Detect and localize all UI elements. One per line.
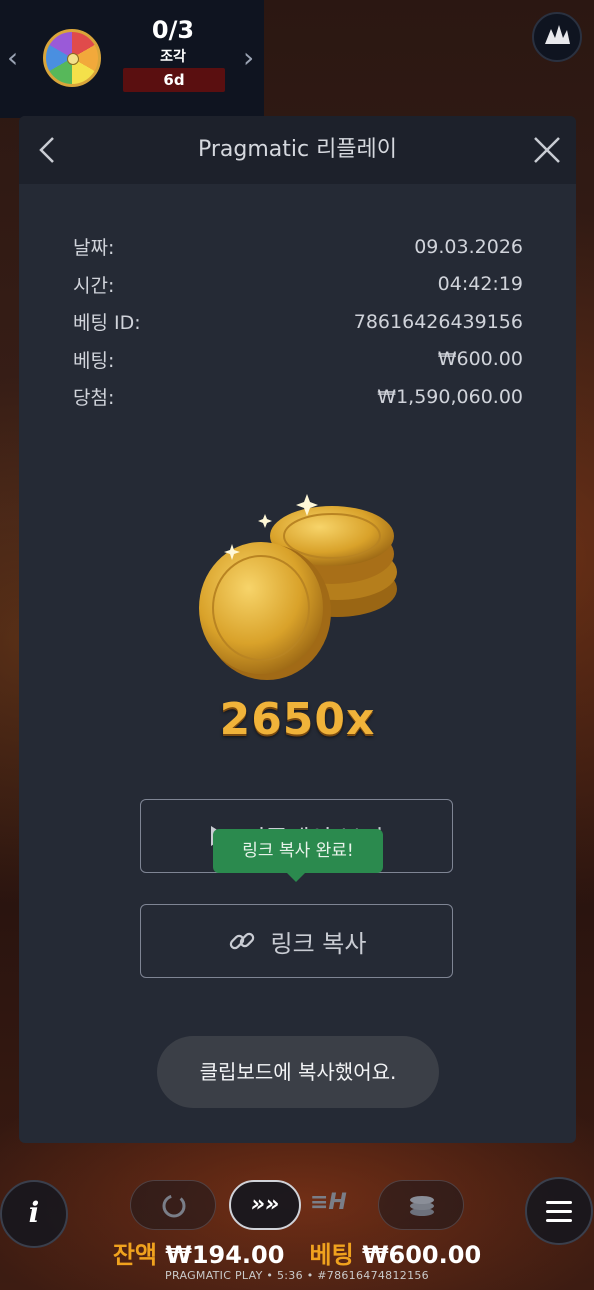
bet-details: 날짜: 09.03.2026 시간: 04:42:19 베팅 ID: 78616… <box>73 228 523 416</box>
promo-label: 조각 <box>160 49 186 65</box>
wheel-icon[interactable] <box>43 29 101 87</box>
replay-modal: Pragmatic 리플레이 날짜: 09.03.2026 시간: 04:42:… <box>19 116 576 1143</box>
close-icon[interactable] <box>527 130 567 170</box>
modal-header: Pragmatic 리플레이 <box>19 116 576 184</box>
bet-label: 베팅 <box>309 1241 354 1269</box>
detail-label: 베팅: <box>73 349 115 372</box>
detail-value: ₩600.00 <box>437 348 523 371</box>
balance-label: 잔액 <box>112 1241 157 1269</box>
detail-label: 시간: <box>73 274 115 297</box>
detail-row-bet: 베팅: ₩600.00 <box>73 341 523 379</box>
autoplay-icon[interactable] <box>130 1180 216 1230</box>
turbo-spin-button[interactable]: »» <box>229 1180 301 1230</box>
copy-link-button[interactable]: 링크 복사 <box>140 904 453 978</box>
quick-spin-button[interactable]: ≡H <box>310 1190 347 1215</box>
detail-row-win: 당첨: ₩1,590,060.00 <box>73 378 523 416</box>
detail-value: ₩1,590,060.00 <box>377 385 523 408</box>
promo-count: 0/3 <box>151 16 195 44</box>
detail-row-bet-id: 베팅 ID: 78616426439156 <box>73 303 523 341</box>
detail-value: 04:42:19 <box>437 273 523 296</box>
detail-value: 78616426439156 <box>353 310 523 333</box>
pragmatic-logo-icon[interactable] <box>532 12 582 62</box>
gold-coins-icon <box>187 464 417 694</box>
bottom-bar: i »» ≡H 잔액 ₩194.00 베팅 ₩600.00 PRAGMATIC … <box>0 1143 594 1290</box>
detail-label: 날짜: <box>73 237 115 260</box>
balance-line: 잔액 ₩194.00 베팅 ₩600.00 <box>0 1235 594 1270</box>
detail-label: 당첨: <box>73 387 115 410</box>
footer-info: PRAGMATIC PLAY • 5:36 • #78616474812156 <box>165 1269 429 1282</box>
clipboard-toast: 클립보드에 복사했어요. <box>157 1036 439 1108</box>
bet-value: ₩600.00 <box>362 1241 482 1269</box>
link-icon <box>229 932 254 950</box>
promo-days-badge: 6d <box>123 68 225 92</box>
detail-label: 베팅 ID: <box>73 312 141 335</box>
back-icon[interactable] <box>29 130 69 170</box>
detail-row-time: 시간: 04:42:19 <box>73 266 523 304</box>
copy-success-tooltip: 링크 복사 완료! <box>213 829 383 882</box>
win-multiplier: 2650x <box>219 694 376 745</box>
detail-value: 09.03.2026 <box>414 235 523 258</box>
modal-title: Pragmatic 리플레이 <box>197 137 398 162</box>
detail-row-date: 날짜: 09.03.2026 <box>73 228 523 266</box>
coin-stack-icon[interactable] <box>378 1180 464 1230</box>
chevron-right-icon[interactable]: › <box>243 44 254 72</box>
promo-widget[interactable]: ‹ 0/3 조각 6d › <box>0 0 264 118</box>
chevron-left-icon[interactable]: ‹ <box>7 44 18 72</box>
copy-link-label: 링크 복사 <box>270 929 367 958</box>
balance-value: ₩194.00 <box>165 1241 285 1269</box>
